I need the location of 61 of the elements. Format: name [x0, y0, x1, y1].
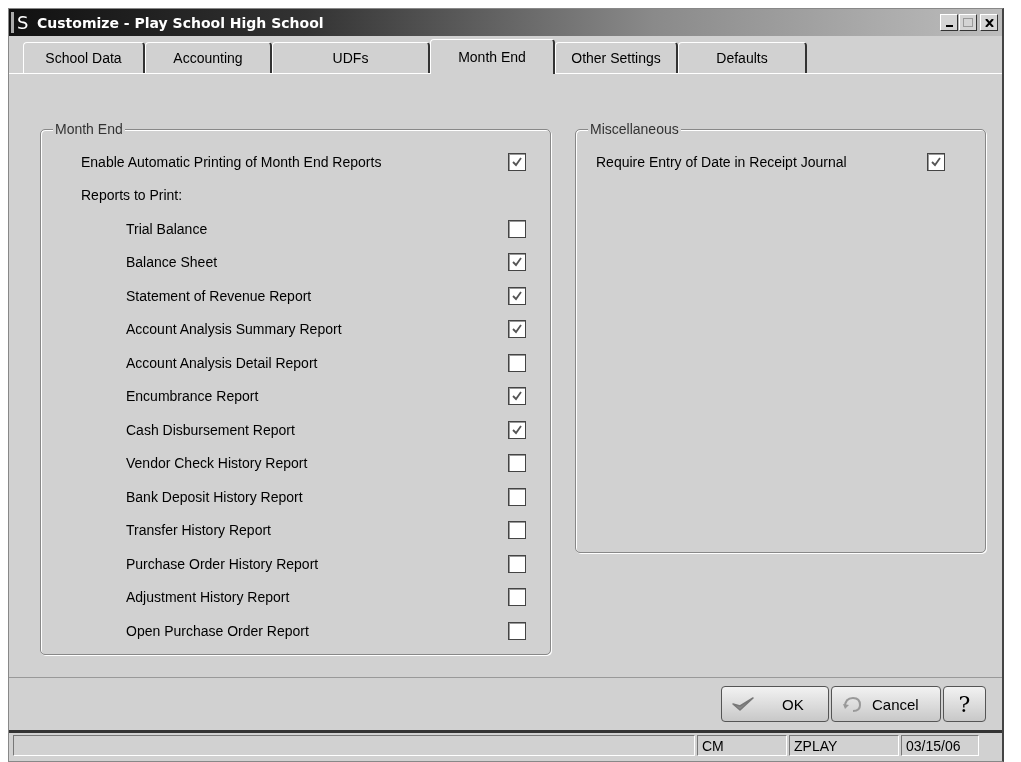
checkmark-icon — [511, 390, 523, 403]
checkbox[interactable] — [508, 387, 526, 406]
checkbox[interactable] — [508, 621, 526, 640]
checkmark-icon — [511, 323, 523, 336]
status-pane: ZPLAY — [789, 735, 899, 756]
status-pane: CM — [697, 735, 787, 756]
tab[interactable]: Other Settings — [555, 42, 678, 73]
maximize-icon — [963, 18, 973, 27]
close-icon — [984, 18, 994, 27]
checkbox-label: Enable Automatic Printing of Month End Reports — [81, 153, 383, 170]
help-button[interactable]: ? — [943, 686, 986, 722]
maximize-button[interactable] — [959, 14, 977, 31]
checkbox[interactable] — [508, 420, 526, 439]
undo-arrow-icon — [842, 695, 862, 713]
group-title: Miscellaneous — [588, 121, 681, 137]
checkbox[interactable] — [508, 554, 526, 573]
checkbox-label: Trial Balance — [125, 220, 209, 237]
section-label: Reports to Print: — [81, 185, 184, 205]
checkbox-label: Bank Deposit History Report — [125, 488, 304, 505]
ok-button[interactable]: OK — [721, 686, 829, 722]
checkbox[interactable] — [508, 253, 526, 272]
close-button[interactable] — [980, 14, 998, 31]
checkbox[interactable] — [508, 152, 526, 171]
checkbox[interactable] — [508, 588, 526, 607]
checkmark-icon — [511, 423, 523, 436]
checkbox[interactable] — [508, 219, 526, 238]
tab[interactable]: School Data — [23, 42, 145, 73]
checkbox-label: Require Entry of Date in Receipt Journal — [596, 153, 848, 170]
checkmark-icon — [511, 289, 523, 302]
checkbox[interactable] — [508, 487, 526, 506]
tab[interactable]: Accounting — [145, 42, 272, 73]
checkbox[interactable] — [508, 286, 526, 305]
checkbox-label: Account Analysis Detail Report — [125, 354, 319, 371]
checkbox-label: Encumbrance Report — [125, 388, 260, 405]
checkbox-label: Account Analysis Summary Report — [125, 321, 343, 338]
status-pane: 03/15/06 — [901, 735, 979, 756]
checkbox-label: Cash Disbursement Report — [125, 421, 296, 438]
checkmark-icon — [732, 696, 754, 712]
checkbox-label: Purchase Order History Report — [125, 555, 320, 572]
checkbox[interactable] — [927, 152, 945, 171]
group-title: Month End — [53, 121, 125, 137]
minimize-button[interactable] — [940, 14, 958, 31]
checkbox-label: Adjustment History Report — [125, 589, 291, 606]
checkbox-label: Balance Sheet — [125, 254, 219, 271]
checkbox-label: Statement of Revenue Report — [125, 287, 313, 304]
checkbox-label: Open Purchase Order Report — [125, 622, 310, 639]
checkbox[interactable] — [508, 353, 526, 372]
checkmark-icon — [511, 256, 523, 269]
checkbox[interactable] — [508, 320, 526, 339]
checkbox-label: Transfer History Report — [125, 522, 272, 539]
tab[interactable]: Defaults — [678, 42, 807, 73]
checkmark-icon — [930, 155, 942, 168]
checkmark-icon — [511, 155, 523, 168]
tab[interactable]: Month End — [430, 39, 555, 74]
minimize-icon — [945, 24, 953, 27]
checkbox[interactable] — [508, 521, 526, 540]
cancel-button[interactable]: Cancel — [831, 686, 941, 722]
checkbox[interactable] — [508, 454, 526, 473]
checkbox-label: Vendor Check History Report — [125, 455, 309, 472]
tab[interactable]: UDFs — [272, 42, 430, 73]
window-title: Customize - Play School High School — [37, 14, 325, 31]
